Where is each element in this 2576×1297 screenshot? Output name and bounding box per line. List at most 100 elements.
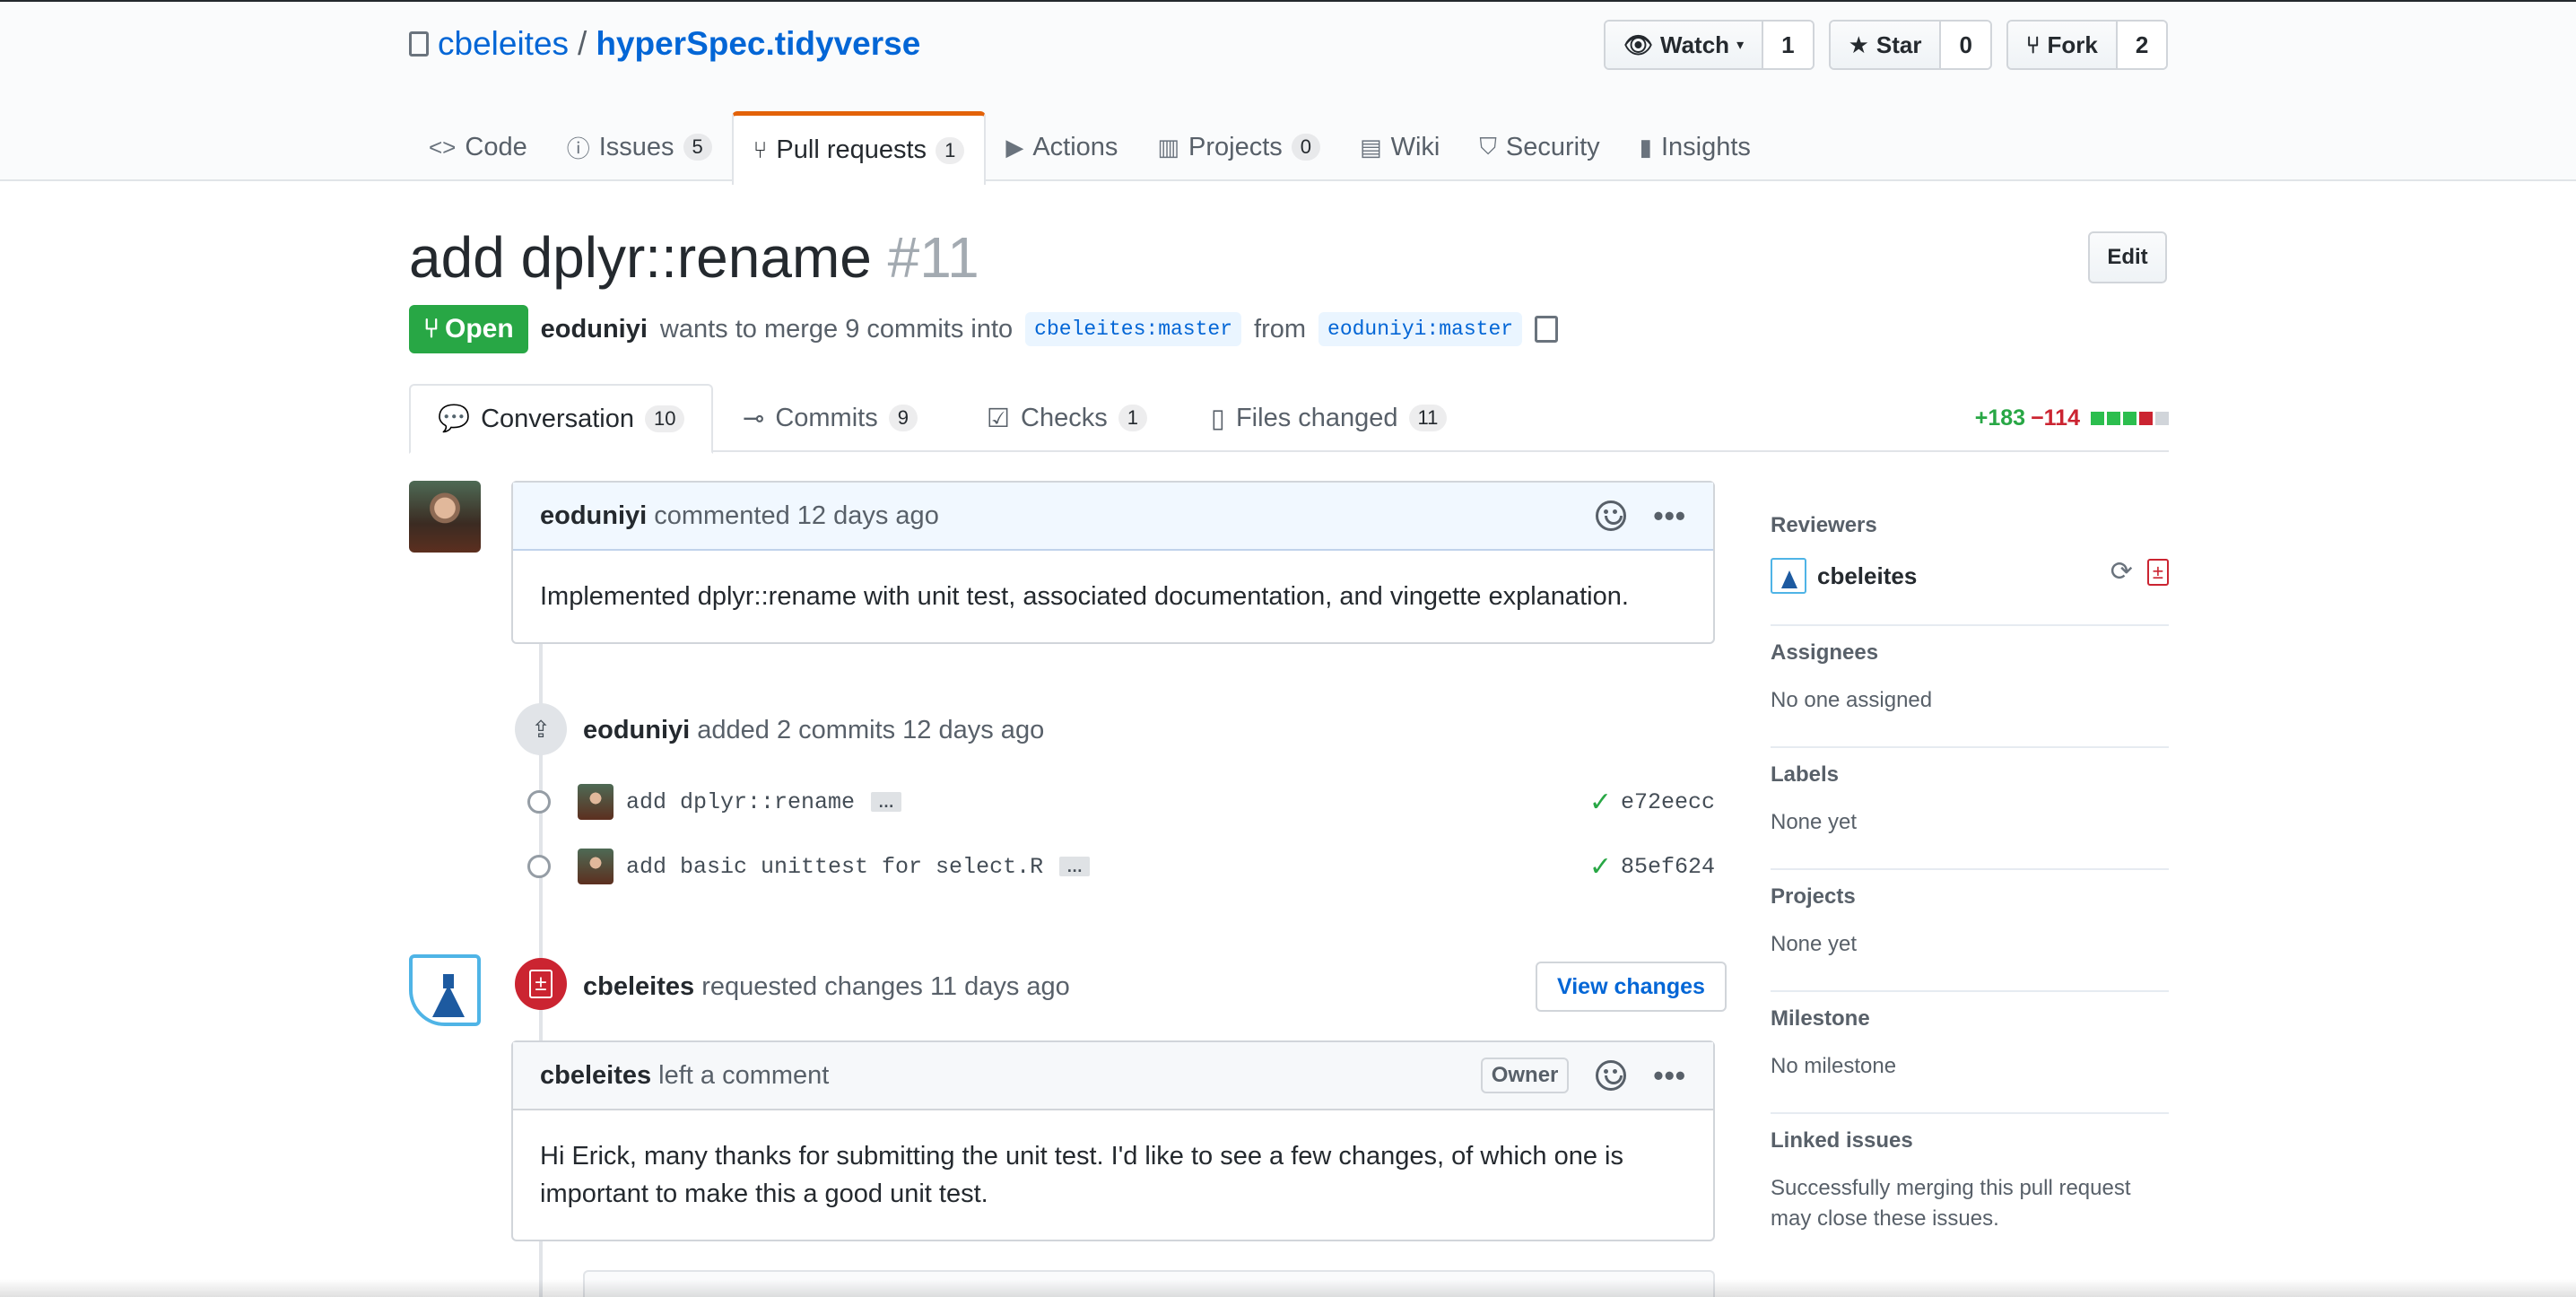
tab-files-changed[interactable]: ▯ Files changed 11 — [1211, 384, 1448, 452]
nav-code[interactable]: <> Code — [409, 111, 547, 183]
nav-actions[interactable]: ▶ Actions — [986, 111, 1137, 183]
repo-push-icon: ⇪ — [531, 715, 551, 743]
view-changes-button[interactable]: View changes — [1536, 962, 1727, 1012]
from-text: from — [1254, 314, 1307, 344]
git-pull-request-icon: ⑂ — [753, 136, 768, 163]
avatar-eoduniyi[interactable] — [409, 481, 481, 553]
fork-button[interactable]: ⑂ Fork — [2007, 22, 2116, 68]
pr-author[interactable]: eoduniyi — [541, 315, 648, 344]
sidebar-linked-title[interactable]: Linked issues — [1771, 1128, 2169, 1153]
star-group: ★ Star 0 — [1828, 20, 1992, 70]
graph-icon: ▮ — [1639, 133, 1652, 161]
sidebar-labels-title[interactable]: Labels — [1771, 762, 2169, 788]
repo-icon — [409, 31, 429, 57]
sidebar-assignees: Assignees No one assigned — [1771, 626, 2169, 748]
repo-nav: <> Code ⓘ Issues 5 ⑂ Pull requests 1 ▶ A… — [409, 111, 1771, 185]
watch-count[interactable]: 1 — [1762, 22, 1813, 68]
reaction-smiley-icon[interactable] — [1596, 501, 1627, 531]
commit-avatar[interactable] — [578, 784, 614, 820]
comment-card: eoduniyi commented 12 days ago ••• Imple… — [511, 481, 1715, 644]
commits-event-text: eoduniyi added 2 commits 12 days ago — [583, 716, 1044, 745]
code-icon: <> — [429, 133, 457, 161]
nav-wiki[interactable]: ▤ Wiki — [1340, 111, 1459, 183]
git-commit-icon: ⊸ — [743, 404, 765, 433]
clippy-icon[interactable] — [1535, 316, 1559, 343]
fork-group: ⑂ Fork 2 — [2006, 20, 2169, 70]
star-label: Star — [1875, 30, 1922, 58]
sidebar-linked-value: Successfully merging this pull request m… — [1771, 1176, 2131, 1231]
commit-avatar[interactable] — [578, 849, 614, 884]
nav-insights[interactable]: ▮ Insights — [1620, 111, 1771, 183]
review-comment-author[interactable]: cbeleites — [540, 1061, 651, 1091]
repo-owner-link[interactable]: cbeleites — [438, 25, 569, 63]
review-comment-body: Hi Erick, many thanks for submitting the… — [540, 1142, 1624, 1208]
nav-projects-label: Projects — [1188, 132, 1283, 161]
reviewer-actions: ⟳ ± — [2110, 556, 2169, 588]
comment-meta[interactable]: commented 12 days ago — [654, 501, 939, 531]
reviewer-name[interactable]: cbeleites — [1817, 562, 1917, 590]
tab-conversation[interactable]: 💬 Conversation 10 — [409, 384, 714, 454]
sidebar-assignees-title[interactable]: Assignees — [1771, 640, 2169, 666]
review-detail: requested changes 11 days ago — [701, 972, 1070, 1001]
commit-row: add basic unittest for select.R … ✓ 85ef… — [522, 845, 1715, 888]
fork-count[interactable]: 2 — [2115, 22, 2167, 68]
reaction-smiley-icon[interactable] — [1596, 1060, 1627, 1091]
tab-checks[interactable]: ☑ Checks 1 — [987, 384, 1147, 452]
commit-message[interactable]: add dplyr::rename — [626, 789, 855, 815]
comment-author[interactable]: eoduniyi — [540, 501, 647, 531]
changes-requested-icon[interactable]: ± — [2146, 558, 2169, 586]
commits-event-detail: added 2 commits 12 days ago — [697, 716, 1045, 744]
reviewer-item: cbeleites — [1771, 558, 2169, 594]
base-branch[interactable]: cbeleites:master — [1025, 312, 1242, 346]
repo-name-link[interactable]: hyperSpec.tidyverse — [596, 25, 920, 63]
sidebar-linked-issues: Linked issues Successfully merging this … — [1771, 1114, 2169, 1265]
checklist-icon: ☑ — [987, 404, 1010, 433]
review-author[interactable]: cbeleites — [583, 972, 694, 1001]
star-count[interactable]: 0 — [1939, 22, 1990, 68]
sidebar-projects-title[interactable]: Projects — [1771, 884, 2169, 910]
more-options-icon[interactable]: ••• — [1653, 1061, 1686, 1090]
commit-sha[interactable]: e72eecc — [1621, 789, 1715, 815]
review-comment-header: cbeleites left a comment Owner ••• — [513, 1042, 1713, 1110]
diffstat-block-neutral — [2155, 412, 2169, 425]
nav-issues[interactable]: ⓘ Issues 5 — [547, 111, 732, 183]
watch-button[interactable]: 👁 Watch ▾ — [1606, 22, 1762, 68]
commit-row: add dplyr::rename … ✓ e72eecc — [522, 780, 1715, 823]
review-comment-card: cbeleites left a comment Owner ••• Hi Er… — [511, 1040, 1715, 1241]
head-branch[interactable]: eoduniyi:master — [1318, 312, 1523, 346]
issue-icon: ⓘ — [566, 135, 590, 162]
nav-pull-requests[interactable]: ⑂ Pull requests 1 — [731, 111, 987, 185]
sync-icon[interactable]: ⟳ — [2110, 556, 2133, 588]
sidebar-reviewers-title[interactable]: Reviewers — [1771, 513, 2169, 538]
nav-projects-count: 0 — [1291, 134, 1321, 161]
reviewer-avatar[interactable] — [1771, 558, 1806, 594]
edit-button[interactable]: Edit — [2088, 231, 2167, 283]
repo-separator: / — [578, 25, 587, 62]
changes-requested-badge: ± — [515, 958, 567, 1010]
nav-projects[interactable]: ▥ Projects 0 — [1137, 111, 1340, 183]
review-comment-actions: Owner ••• — [1480, 1058, 1686, 1093]
more-options-icon[interactable]: ••• — [1653, 501, 1686, 530]
state-badge: ⑂ Open — [409, 305, 528, 353]
nav-wiki-label: Wiki — [1390, 132, 1440, 161]
tab-files-label: Files changed — [1235, 403, 1398, 432]
check-icon[interactable]: ✓ — [1589, 787, 1612, 818]
repo-actions: 👁 Watch ▾ 1 ★ Star 0 ⑂ Fork 2 — [1604, 20, 2169, 70]
nav-security[interactable]: ⛉ Security — [1459, 111, 1619, 183]
commits-event-author[interactable]: eoduniyi — [583, 716, 690, 744]
commit-sha[interactable]: 85ef624 — [1621, 854, 1715, 880]
star-button[interactable]: ★ Star — [1830, 22, 1940, 68]
check-icon[interactable]: ✓ — [1589, 851, 1612, 883]
pr-tabs: 💬 Conversation 10 ⊸ Commits 9 ☑ Checks 1… — [409, 384, 2169, 454]
commit-expand-button[interactable]: … — [871, 792, 902, 812]
commit-expand-button[interactable]: … — [1059, 857, 1091, 876]
diffstat-block-added — [2107, 412, 2120, 425]
sidebar-milestone-title[interactable]: Milestone — [1771, 1006, 2169, 1032]
pr-meta: ⑂ Open eoduniyi wants to merge 9 commits… — [409, 305, 1559, 353]
tab-commits[interactable]: ⊸ Commits 9 — [743, 384, 918, 452]
commit-message[interactable]: add basic unittest for select.R — [626, 854, 1043, 880]
avatar-cbeleites[interactable] — [409, 954, 481, 1026]
diffstat-block-added — [2123, 412, 2137, 425]
project-icon: ▥ — [1157, 133, 1179, 161]
comment-body: Implemented dplyr::rename with unit test… — [540, 582, 1629, 611]
